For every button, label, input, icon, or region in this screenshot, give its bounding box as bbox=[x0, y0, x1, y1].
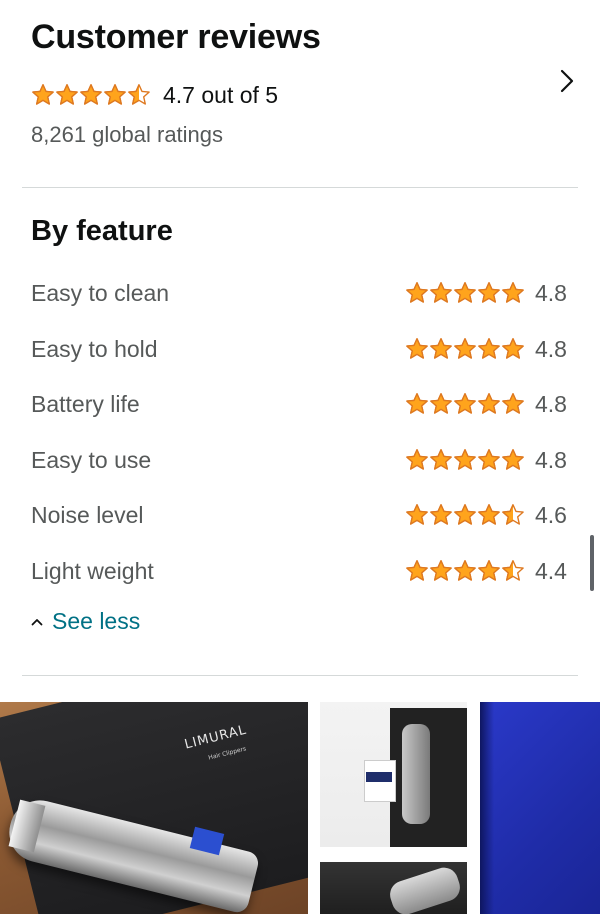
by-feature-title: By feature bbox=[31, 215, 173, 247]
star-icon bbox=[430, 449, 452, 470]
feature-label: Battery life bbox=[31, 390, 140, 417]
divider bbox=[22, 187, 578, 188]
star-icon bbox=[454, 338, 476, 359]
feature-label: Noise level bbox=[31, 501, 144, 528]
feature-stars bbox=[405, 392, 525, 416]
star-icon bbox=[478, 338, 500, 359]
feature-score: 4.4 bbox=[535, 557, 567, 584]
manual-stripe bbox=[366, 772, 392, 782]
feature-score: 4.8 bbox=[535, 279, 567, 306]
scrollbar-thumb[interactable] bbox=[590, 535, 594, 591]
global-ratings-count: 8,261 global ratings bbox=[31, 122, 224, 147]
star-icon bbox=[128, 84, 150, 105]
star-icon bbox=[104, 84, 126, 105]
review-photo[interactable] bbox=[320, 702, 467, 847]
star-icon bbox=[56, 84, 78, 105]
star-icon bbox=[502, 282, 524, 303]
star-icon bbox=[406, 338, 428, 359]
feature-row-light-weight: Light weight 4.4 bbox=[31, 553, 571, 589]
star-icon bbox=[478, 393, 500, 414]
photo-shadow bbox=[480, 702, 494, 914]
star-icon bbox=[406, 449, 428, 470]
feature-rating: 4.8 bbox=[405, 280, 571, 307]
feature-stars bbox=[405, 503, 525, 527]
review-photo[interactable] bbox=[320, 862, 467, 914]
review-photo[interactable] bbox=[480, 702, 600, 914]
star-icon bbox=[478, 449, 500, 470]
feature-label: Easy to use bbox=[31, 446, 152, 473]
chevron-right-icon[interactable] bbox=[553, 66, 581, 96]
star-icon bbox=[454, 504, 476, 525]
star-icon bbox=[430, 393, 452, 414]
divider bbox=[22, 675, 578, 676]
feature-rating: 4.8 bbox=[405, 336, 571, 363]
star-icon bbox=[80, 84, 102, 105]
feature-row-easy-to-clean: Easy to clean 4.8 bbox=[31, 275, 571, 311]
star-icon bbox=[430, 560, 452, 581]
star-icon bbox=[430, 504, 452, 525]
see-less-label: See less bbox=[52, 608, 141, 634]
feature-rating: 4.8 bbox=[405, 391, 571, 418]
star-icon bbox=[478, 560, 500, 581]
feature-stars bbox=[405, 448, 525, 472]
feature-rating: 4.6 bbox=[405, 502, 571, 529]
review-photos-carousel[interactable]: LIMURAL Hair Clippers bbox=[0, 700, 600, 914]
star-icon bbox=[406, 393, 428, 414]
star-icon bbox=[502, 504, 524, 525]
feature-rating: 4.8 bbox=[405, 447, 571, 474]
star-icon bbox=[454, 560, 476, 581]
clipper-image bbox=[386, 864, 464, 914]
feature-label: Light weight bbox=[31, 557, 154, 584]
feature-label: Easy to clean bbox=[31, 279, 170, 306]
star-icon bbox=[454, 449, 476, 470]
feature-row-easy-to-hold: Easy to hold 4.8 bbox=[31, 331, 571, 367]
feature-score: 4.8 bbox=[535, 335, 567, 362]
caret-up-icon bbox=[31, 618, 43, 626]
star-icon bbox=[502, 393, 524, 414]
see-less-link[interactable]: See less bbox=[31, 608, 140, 635]
clipper-image bbox=[402, 724, 430, 824]
star-icon bbox=[454, 393, 476, 414]
feature-stars bbox=[405, 559, 525, 583]
star-icon bbox=[406, 504, 428, 525]
feature-row-noise-level: Noise level 4.6 bbox=[31, 497, 571, 533]
star-icon bbox=[502, 338, 524, 359]
overall-rating-row[interactable]: 4.7 out of 5 bbox=[31, 78, 278, 112]
star-icon bbox=[406, 282, 428, 303]
star-icon bbox=[32, 84, 54, 105]
feature-score: 4.6 bbox=[535, 501, 567, 528]
feature-stars bbox=[405, 337, 525, 361]
feature-score: 4.8 bbox=[535, 390, 567, 417]
star-icon bbox=[430, 282, 452, 303]
star-icon bbox=[406, 560, 428, 581]
page-title: Customer reviews bbox=[31, 18, 321, 56]
overall-stars bbox=[31, 83, 151, 107]
feature-row-battery-life: Battery life 4.8 bbox=[31, 386, 571, 422]
star-icon bbox=[478, 504, 500, 525]
feature-row-easy-to-use: Easy to use 4.8 bbox=[31, 442, 571, 478]
star-icon bbox=[454, 282, 476, 303]
feature-stars bbox=[405, 281, 525, 305]
star-icon bbox=[502, 449, 524, 470]
feature-score: 4.8 bbox=[535, 446, 567, 473]
star-icon bbox=[430, 338, 452, 359]
star-icon bbox=[478, 282, 500, 303]
overall-rating-text: 4.7 out of 5 bbox=[163, 81, 279, 108]
feature-rating: 4.4 bbox=[405, 558, 571, 585]
star-icon bbox=[502, 560, 524, 581]
feature-label: Easy to hold bbox=[31, 335, 158, 362]
review-photo[interactable]: LIMURAL Hair Clippers bbox=[0, 702, 308, 914]
